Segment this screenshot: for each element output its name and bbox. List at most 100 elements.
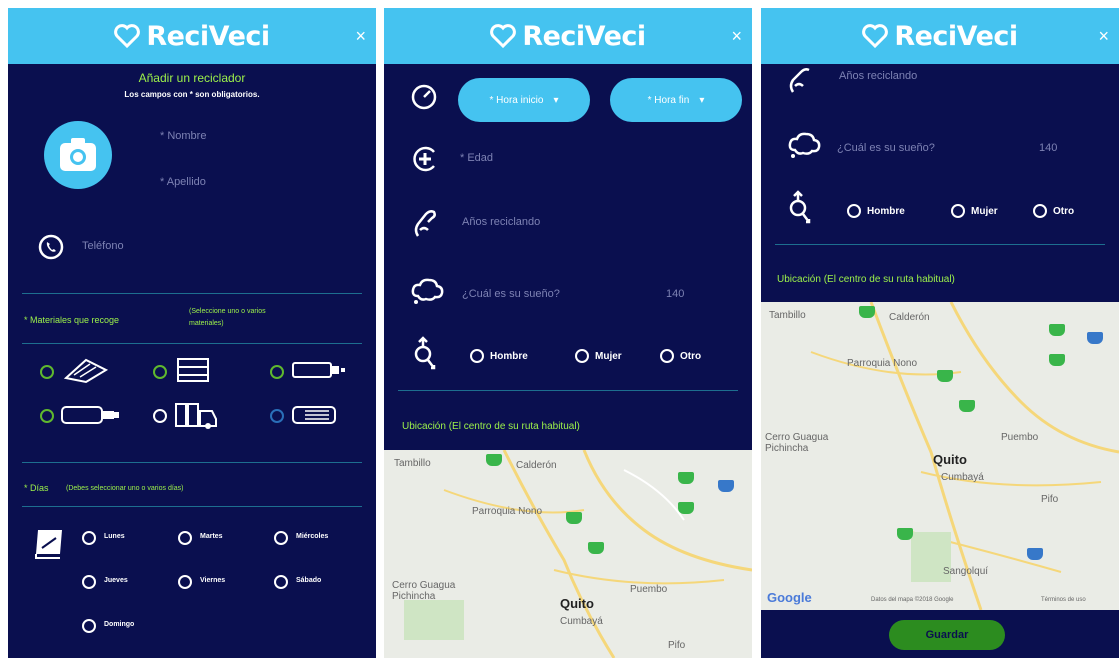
battery-icon: [291, 360, 347, 385]
day-radio-jueves[interactable]: [82, 575, 96, 589]
gender-radio-hombre[interactable]: [847, 204, 861, 218]
day-radio-lunes[interactable]: [82, 531, 96, 545]
sueno-char-count: 140: [1039, 142, 1058, 154]
anios-field[interactable]: Años reciclando: [839, 70, 917, 82]
location-map[interactable]: Tambillo Calderón Parroquia Nono Cerro G…: [384, 450, 752, 658]
phone-icon: [38, 234, 64, 260]
route-marker-icon: [959, 400, 975, 412]
app-header: ReciVeci ×: [8, 8, 376, 64]
hora-inicio-label: * Hora inicio: [489, 94, 544, 106]
gender-radio-mujer[interactable]: [575, 349, 589, 363]
map-label: Tambillo: [769, 310, 806, 321]
gender-label: Mujer: [595, 351, 622, 362]
required-note: Los campos con * son obligatorios.: [124, 90, 260, 99]
materiales-hint: (Seleccione uno o varios: [189, 308, 266, 315]
hora-fin-select[interactable]: * Hora fin ▾: [610, 78, 742, 122]
material-radio-cardboard[interactable]: [153, 365, 167, 379]
nombre-field[interactable]: * Nombre: [160, 130, 206, 142]
close-button[interactable]: ×: [731, 26, 742, 47]
materiales-label: * Materiales que recoge: [24, 315, 120, 325]
divider: [22, 462, 362, 463]
apellido-field[interactable]: * Apellido: [160, 176, 206, 188]
hand-icon: [787, 66, 817, 101]
heart-logo-icon: [114, 24, 141, 48]
divider: [22, 506, 362, 507]
map-terms-link[interactable]: Términos de uso: [1041, 597, 1086, 603]
route-marker-icon: [566, 512, 582, 524]
cardboard-icon: [174, 355, 214, 388]
day-label: Jueves: [104, 577, 128, 584]
ubicacion-label: Ubicación (El centro de su ruta habitual…: [402, 421, 580, 432]
form-panel-3: ReciVeci × Años reciclando ¿Cuál es su s…: [761, 8, 1119, 658]
calendar-icon: [32, 526, 66, 565]
sueno-field[interactable]: ¿Cuál es su sueño?: [837, 142, 935, 154]
gender-label: Hombre: [867, 206, 905, 217]
map-label: Pifo: [668, 640, 686, 651]
close-button[interactable]: ×: [1098, 26, 1109, 47]
gender-label: Hombre: [490, 351, 528, 362]
route-marker-icon: [1049, 354, 1065, 366]
material-radio-battery[interactable]: [270, 365, 284, 379]
close-button[interactable]: ×: [355, 26, 366, 47]
sueno-field[interactable]: ¿Cuál es su sueño?: [462, 288, 560, 300]
chevron-down-icon: ▾: [553, 94, 559, 106]
gender-icon: [787, 190, 813, 235]
edad-field[interactable]: * Edad: [460, 152, 493, 164]
paper-icon: [62, 356, 110, 389]
chevron-down-icon: ▾: [699, 94, 705, 106]
app-header: ReciVeci ×: [761, 8, 1119, 64]
day-label: Viernes: [200, 577, 226, 584]
day-radio-domingo[interactable]: [82, 619, 96, 633]
gender-label: Mujer: [971, 206, 998, 217]
day-radio-viernes[interactable]: [178, 575, 192, 589]
map-label: Calderón: [889, 312, 930, 323]
photo-button[interactable]: [44, 121, 112, 189]
day-radio-miercoles[interactable]: [274, 531, 288, 545]
location-map[interactable]: Tambillo Calderón Parroquia Nono Cerro G…: [761, 302, 1119, 610]
route-marker-icon: [1049, 324, 1065, 336]
anios-field[interactable]: Años reciclando: [462, 216, 540, 228]
page-title: Añadir un reciclador: [138, 71, 246, 85]
day-label: Lunes: [104, 533, 125, 540]
telefono-field[interactable]: Teléfono: [82, 240, 124, 252]
map-label: Pifo: [1041, 494, 1059, 505]
ubicacion-label: Ubicación (El centro de su ruta habitual…: [777, 274, 955, 285]
route-marker-icon: [588, 542, 604, 554]
material-radio-cans[interactable]: [153, 409, 167, 423]
route-marker-icon: [1027, 548, 1043, 560]
map-label: Sangolquí: [943, 566, 989, 577]
heart-logo-icon: [862, 24, 889, 48]
map-credit: Datos del mapa ©2018 Google: [871, 597, 954, 603]
map-label: Cerro Guagua Pichincha: [765, 432, 829, 454]
map-label: Parroquia Nono: [847, 358, 918, 369]
gender-radio-otro[interactable]: [660, 349, 674, 363]
form-panel-2: ReciVeci × * Hora inicio ▾ * Hora fin ▾ * …: [384, 8, 752, 658]
hora-inicio-select[interactable]: * Hora inicio ▾: [458, 78, 590, 122]
map-label: Puembo: [630, 584, 668, 595]
sueno-char-count: 140: [666, 288, 685, 300]
google-logo: Google: [767, 590, 812, 605]
day-label: Domingo: [104, 621, 135, 628]
gender-radio-otro[interactable]: [1033, 204, 1047, 218]
day-radio-sabado[interactable]: [274, 575, 288, 589]
material-radio-paper[interactable]: [40, 365, 54, 379]
gender-radio-mujer[interactable]: [951, 204, 965, 218]
day-label: Sábado: [296, 577, 322, 584]
route-marker-icon: [897, 528, 913, 540]
map-label: Puembo: [1001, 432, 1039, 443]
age-plus-icon: [410, 144, 440, 179]
app-header: ReciVeci ×: [384, 8, 752, 64]
material-radio-other[interactable]: [270, 409, 284, 423]
route-marker-icon: [678, 502, 694, 514]
gender-radio-hombre[interactable]: [470, 349, 484, 363]
save-button[interactable]: Guardar: [889, 620, 1005, 650]
material-radio-bottle[interactable]: [40, 409, 54, 423]
day-radio-martes[interactable]: [178, 531, 192, 545]
map-label: Quito: [933, 452, 967, 467]
map-label: Quito: [560, 596, 594, 611]
dream-cloud-icon: [410, 276, 444, 311]
cans-icon: [174, 401, 228, 434]
route-marker-icon: [678, 472, 694, 484]
divider: [22, 343, 362, 344]
gender-icon: [412, 336, 438, 381]
